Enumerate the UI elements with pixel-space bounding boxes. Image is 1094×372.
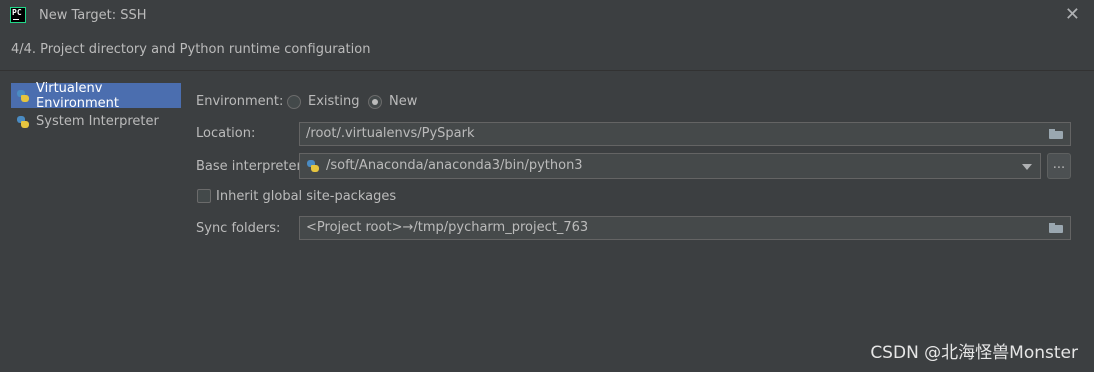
location-value: /root/.virtualenvs/PySpark [306, 126, 475, 141]
chevron-down-icon[interactable] [1022, 164, 1032, 170]
sidebar-item-system-interpreter[interactable]: System Interpreter [11, 109, 181, 134]
sidebar-item-label: System Interpreter [36, 114, 159, 129]
folder-icon[interactable] [1049, 223, 1063, 233]
browse-interpreter-button[interactable]: ... [1047, 153, 1071, 179]
title-bar: PC New Target: SSH ✕ [0, 0, 1094, 32]
location-label: Location: [196, 126, 256, 141]
python-icon [16, 89, 30, 103]
base-interpreter-combo[interactable]: /soft/Anaconda/anaconda3/bin/python3 [299, 153, 1041, 179]
new-radio-label[interactable]: New [389, 94, 417, 109]
pycharm-icon: PC [10, 7, 26, 23]
inherit-checkbox-label[interactable]: Inherit global site-packages [216, 189, 396, 204]
pycharm-icon-text: PC [12, 8, 22, 17]
sync-folders-field[interactable]: <Project root>→/tmp/pycharm_project_763 [299, 216, 1071, 240]
existing-radio-label[interactable]: Existing [308, 94, 360, 109]
step-title: 4/4. Project directory and Python runtim… [11, 42, 371, 57]
environment-type-list: Virtualenv Environment System Interprete… [11, 80, 181, 135]
new-radio[interactable] [368, 95, 382, 109]
environment-label: Environment: [196, 94, 284, 109]
folder-icon[interactable] [1049, 129, 1063, 139]
window-title: New Target: SSH [39, 8, 147, 23]
close-icon[interactable]: ✕ [1065, 5, 1080, 25]
sidebar-item-virtualenv[interactable]: Virtualenv Environment [11, 80, 181, 111]
step-header: 4/4. Project directory and Python runtim… [0, 32, 1094, 71]
python-icon [306, 159, 320, 173]
inherit-checkbox[interactable] [197, 189, 211, 203]
sync-folders-label: Sync folders: [196, 221, 281, 236]
base-interpreter-value: /soft/Anaconda/anaconda3/bin/python3 [326, 158, 583, 173]
sync-folders-value: <Project root>→/tmp/pycharm_project_763 [306, 220, 589, 235]
location-field[interactable]: /root/.virtualenvs/PySpark [299, 122, 1071, 146]
existing-radio[interactable] [287, 95, 301, 109]
watermark: CSDN @北海怪兽Monster [870, 343, 1078, 363]
python-icon [16, 115, 30, 129]
base-interpreter-label: Base interpreter: [196, 159, 306, 174]
sidebar-item-label: Virtualenv Environment [36, 80, 120, 111]
